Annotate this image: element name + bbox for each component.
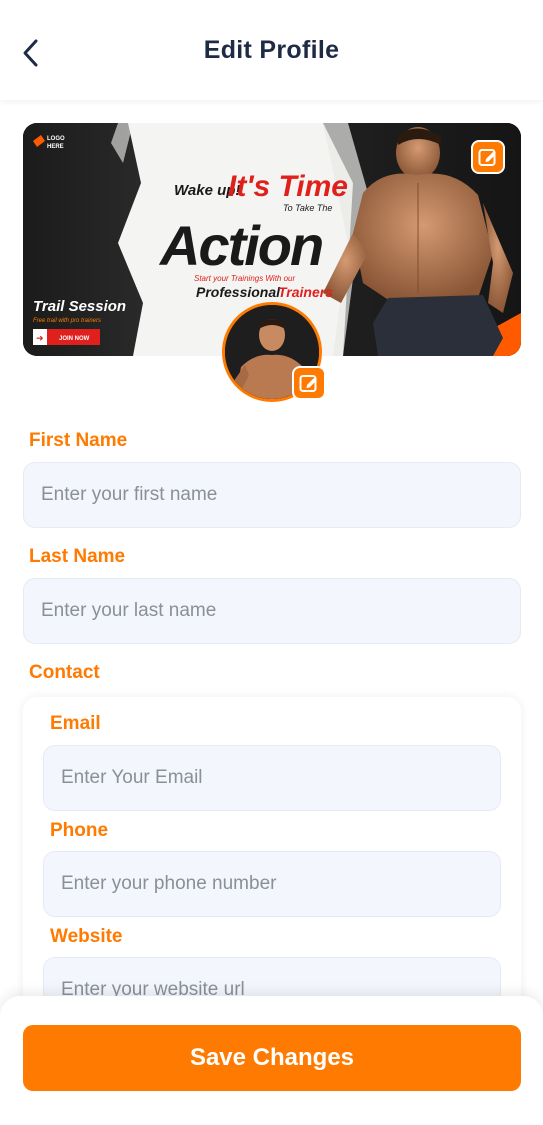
svg-text:To Take The: To Take The (283, 203, 332, 213)
last-name-input[interactable] (23, 578, 521, 644)
edit-icon (299, 375, 317, 392)
svg-text:➜: ➜ (36, 333, 44, 343)
svg-text:Trail Session: Trail Session (33, 298, 126, 315)
svg-text:Action: Action (158, 214, 322, 277)
first-name-input[interactable] (23, 462, 521, 528)
website-label: Website (50, 926, 123, 947)
svg-text:LOGO: LOGO (47, 136, 65, 142)
save-changes-button[interactable]: Save Changes (23, 1025, 521, 1091)
svg-text:It's Time: It's Time (228, 170, 348, 203)
page-title: Edit Profile (203, 35, 340, 64)
edit-cover-button[interactable] (471, 140, 505, 174)
phone-input[interactable] (43, 851, 501, 917)
back-button[interactable] (14, 36, 48, 70)
phone-label: Phone (50, 820, 109, 841)
top-app-bar: Edit Profile (0, 0, 543, 100)
svg-text:Trainers: Trainers (278, 284, 333, 300)
contact-section-label: Contact (29, 662, 100, 683)
chevron-left-icon (23, 39, 38, 67)
svg-text:Start your Trainings With our: Start your Trainings With our (194, 274, 295, 283)
profile-avatar-container (222, 302, 326, 402)
first-name-label: First Name (29, 430, 128, 451)
edit-icon (478, 149, 496, 166)
svg-text:JOIN NOW: JOIN NOW (59, 336, 90, 342)
svg-text:HERE: HERE (47, 144, 64, 150)
email-label: Email (50, 713, 101, 734)
last-name-label: Last Name (29, 546, 126, 567)
edit-profile-screen: Edit Profile LOGO HERE Wake up! It's Tim… (0, 0, 543, 1125)
bottom-action-bar: Save Changes (0, 996, 543, 1125)
email-input[interactable] (43, 745, 501, 811)
svg-text:Professional: Professional (196, 284, 281, 300)
edit-avatar-button[interactable] (292, 366, 326, 400)
svg-text:Free trail with pro trainers: Free trail with pro trainers (33, 318, 101, 324)
